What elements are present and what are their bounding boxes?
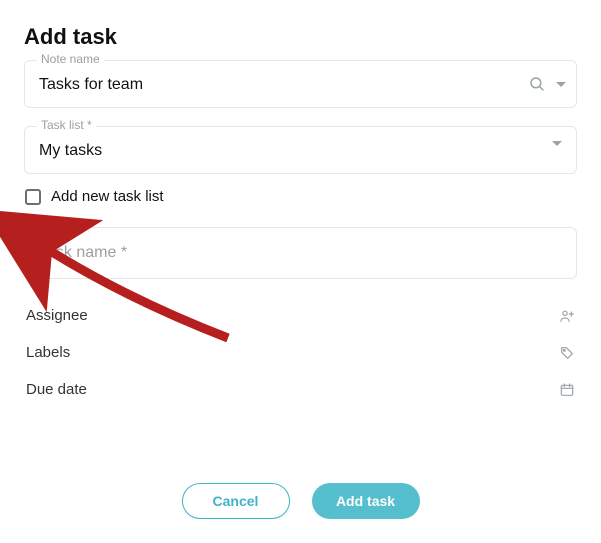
meta-section: Assignee Labels Due date bbox=[24, 297, 577, 408]
note-name-label: Note name bbox=[37, 52, 104, 66]
labels-label: Labels bbox=[26, 344, 70, 361]
tag-icon[interactable] bbox=[559, 345, 575, 361]
checkbox-icon[interactable] bbox=[25, 189, 41, 205]
due-date-row[interactable]: Due date bbox=[24, 371, 577, 408]
task-list-value: My tasks bbox=[39, 139, 562, 163]
person-add-icon[interactable] bbox=[559, 308, 575, 324]
labels-row[interactable]: Labels bbox=[24, 334, 577, 371]
add-new-task-list-row[interactable]: Add new task list bbox=[24, 188, 577, 205]
due-date-label: Due date bbox=[26, 381, 87, 398]
note-name-value: Tasks for team bbox=[39, 73, 562, 97]
chevron-down-icon[interactable] bbox=[552, 141, 562, 146]
calendar-icon[interactable] bbox=[559, 382, 575, 398]
task-list-label: Task list * bbox=[37, 118, 96, 132]
chevron-down-icon[interactable] bbox=[556, 82, 566, 87]
add-task-button[interactable]: Add task bbox=[312, 483, 420, 519]
add-new-task-list-label: Add new task list bbox=[51, 188, 164, 205]
assignee-label: Assignee bbox=[26, 307, 88, 324]
task-name-field[interactable]: Task name * bbox=[24, 227, 577, 279]
task-list-field[interactable]: Task list * My tasks bbox=[24, 126, 577, 174]
task-name-placeholder: Task name bbox=[39, 244, 116, 261]
search-icon[interactable] bbox=[528, 75, 546, 93]
required-mark: * bbox=[121, 244, 127, 261]
cancel-button[interactable]: Cancel bbox=[182, 483, 290, 519]
note-name-field[interactable]: Note name Tasks for team bbox=[24, 60, 577, 108]
assignee-row[interactable]: Assignee bbox=[24, 297, 577, 334]
dialog-title: Add task bbox=[24, 24, 577, 50]
dialog-footer: Cancel Add task bbox=[0, 473, 601, 529]
